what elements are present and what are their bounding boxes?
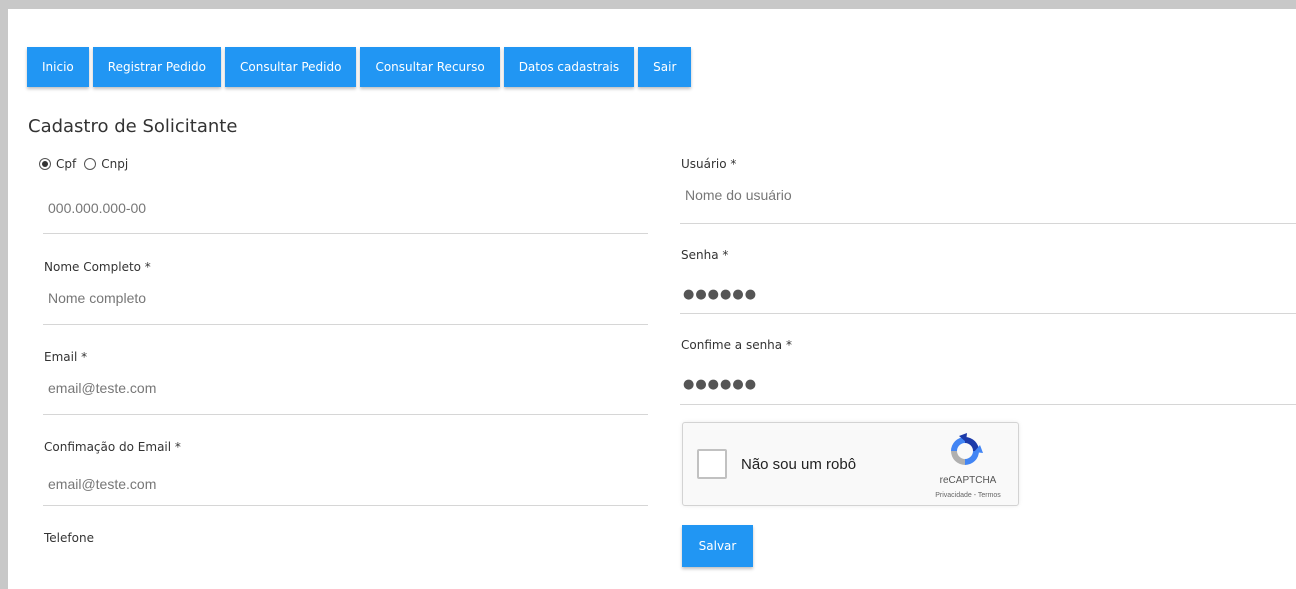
recaptcha-widget: Não sou um robô reCAPTCHA Privacidade - …: [682, 422, 1019, 506]
nome-input[interactable]: Nome completo: [48, 290, 146, 306]
cpf-input[interactable]: 000.000.000-00: [48, 200, 146, 216]
nav-sair-button[interactable]: Sair: [638, 47, 692, 87]
usuario-input[interactable]: Nome do usuário: [685, 187, 792, 203]
senha-input[interactable]: ●●●●●●: [683, 287, 757, 302]
confirm-senha-label: Confime a senha *: [681, 338, 792, 352]
recaptcha-brand: reCAPTCHA: [939, 475, 997, 486]
confirm-email-input[interactable]: email@teste.com: [48, 476, 156, 492]
app-frame: Inicio Registrar Pedido Consultar Pedido…: [8, 9, 1296, 589]
usuario-underline: [680, 223, 1296, 224]
email-underline: [43, 414, 648, 415]
nav-consultar-pedido-button[interactable]: Consultar Pedido: [225, 47, 357, 87]
nav-consultar-recurso-button[interactable]: Consultar Recurso: [360, 47, 500, 87]
top-nav: Inicio Registrar Pedido Consultar Pedido…: [27, 47, 692, 87]
cpf-underline: [43, 233, 648, 234]
save-button[interactable]: Salvar: [682, 525, 753, 567]
nome-label: Nome Completo *: [44, 260, 151, 274]
telefone-label: Telefone: [44, 531, 94, 545]
recaptcha-terms-link[interactable]: Privacidade - Termos: [919, 492, 1017, 499]
senha-label: Senha *: [681, 248, 729, 262]
email-input[interactable]: email@teste.com: [48, 380, 156, 396]
recaptcha-checkbox[interactable]: [697, 449, 727, 479]
cpf-radio-label: Cpf: [56, 157, 77, 171]
confirm-email-label: Confimação do Email *: [44, 440, 181, 454]
cnpj-radio[interactable]: [84, 158, 97, 170]
page-title: Cadastro de Solicitante: [28, 116, 238, 137]
confirm-senha-underline: [680, 404, 1296, 405]
nome-underline: [43, 324, 648, 325]
senha-underline: [680, 313, 1296, 314]
doc-type-radio-group: Cpf Cnpj: [39, 157, 136, 171]
nav-registrar-pedido-button[interactable]: Registrar Pedido: [92, 47, 221, 87]
email-label: Email *: [44, 350, 88, 364]
nav-datos-cadastrais-button[interactable]: Datos cadastrais: [503, 47, 635, 87]
confirm-email-underline: [43, 505, 648, 506]
recaptcha-label: Não sou um robô: [741, 456, 857, 473]
usuario-label: Usuário *: [681, 157, 737, 171]
confirm-senha-input[interactable]: ●●●●●●: [683, 377, 757, 392]
cpf-radio[interactable]: [39, 158, 51, 170]
nav-inicio-button[interactable]: Inicio: [27, 47, 89, 87]
recaptcha-logo-icon: [951, 433, 983, 465]
cnpj-radio-label: Cnpj: [101, 157, 129, 171]
